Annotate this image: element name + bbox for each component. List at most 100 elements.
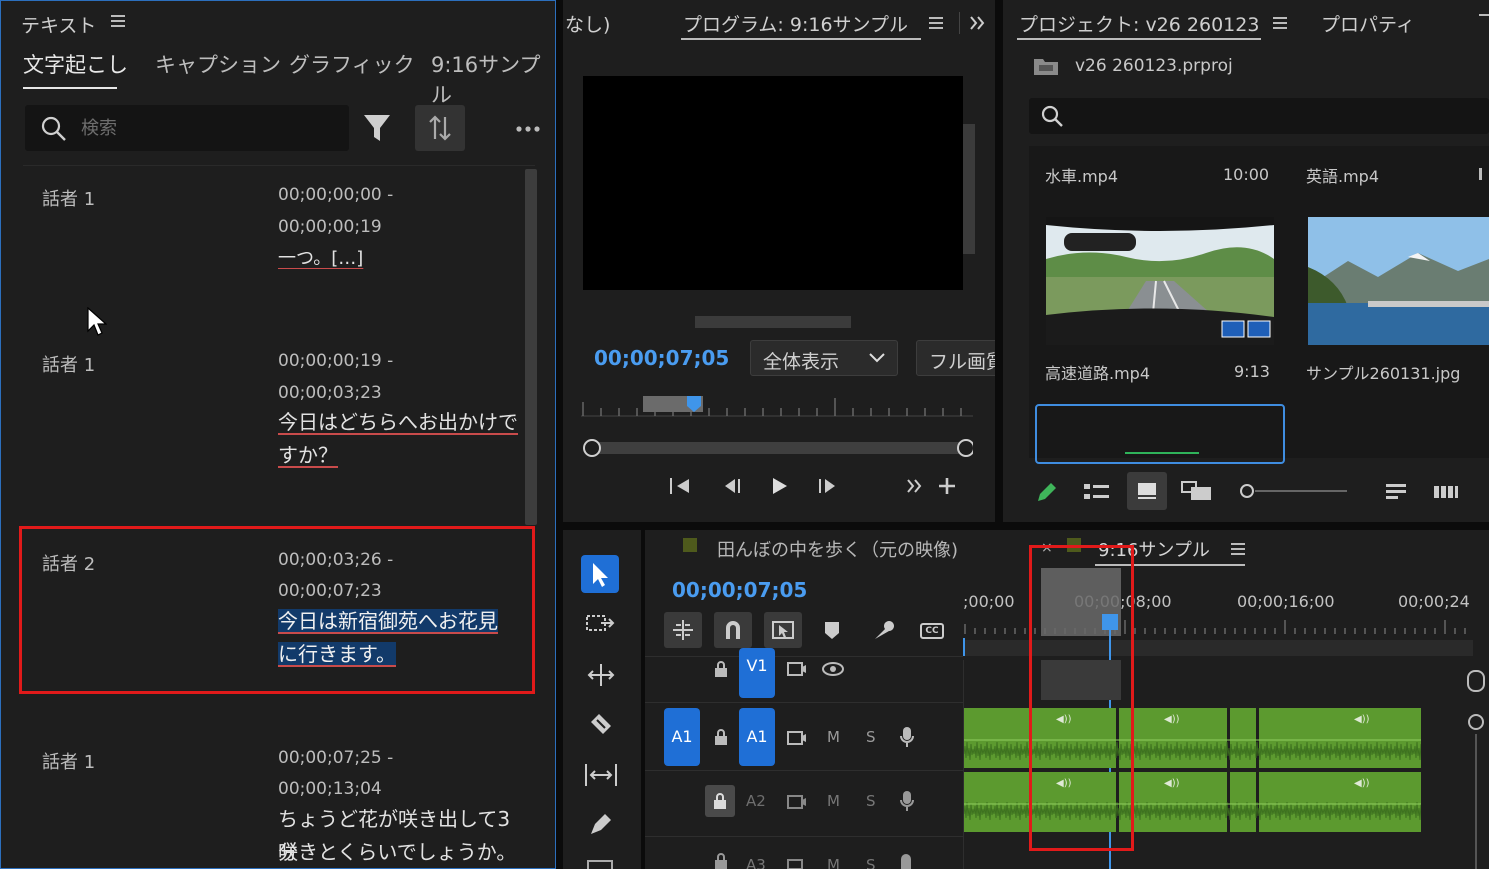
svg-text:◀)): ◀)) [1354, 714, 1370, 725]
more-controls-icon[interactable] [906, 478, 924, 494]
segment-speaker[interactable]: 話者 1 [42, 185, 95, 211]
freeform-view-icon[interactable] [1181, 480, 1213, 502]
more-options-icon[interactable] [515, 125, 543, 133]
lake-thumbnail[interactable] [1308, 217, 1489, 345]
ripple-edit-tool-icon[interactable] [585, 662, 617, 688]
segment-text-line[interactable]: すか？ [278, 439, 518, 472]
step-forward-icon[interactable] [817, 476, 839, 496]
track-target-a1[interactable]: A1 [739, 708, 775, 766]
tab-graphics[interactable]: グラフィック [289, 49, 415, 79]
tab-properties[interactable]: プロパティ [1321, 10, 1415, 37]
rectangle-tool-icon[interactable] [587, 860, 613, 869]
segment-text[interactable]: 一つ。[…] [278, 242, 518, 275]
snap-button[interactable] [714, 612, 752, 648]
sequence-item-selected[interactable] [1035, 404, 1285, 464]
horizontal-scrollbar[interactable] [695, 316, 851, 328]
pencil-icon[interactable] [1035, 480, 1059, 504]
panel-menu-icon[interactable] [1273, 17, 1287, 29]
program-title[interactable]: プログラム: 9:16サンプル [683, 10, 908, 37]
media-item-duration: 9:13 [1234, 362, 1270, 381]
track-select-tool-icon[interactable] [585, 612, 617, 638]
vertical-scrollbar[interactable] [1475, 734, 1477, 869]
voice-over-mic-icon[interactable] [901, 854, 911, 869]
track-label-a2[interactable]: A2 [746, 792, 766, 810]
tab-sequence[interactable]: 9:16サンプル [431, 49, 555, 109]
scrollbar[interactable] [525, 169, 537, 525]
tab-active-indicator [23, 87, 117, 89]
vertical-scrollbar[interactable] [963, 124, 975, 254]
captions-cc-icon[interactable]: CC [920, 623, 944, 639]
mute-toggle[interactable]: M [827, 792, 840, 810]
lock-icon[interactable] [713, 660, 729, 678]
pen-tool-icon[interactable] [587, 810, 615, 838]
icon-view-button[interactable] [1127, 472, 1167, 510]
track-label-a3[interactable]: A3 [746, 856, 766, 869]
mini-time-ruler[interactable] [581, 396, 973, 418]
voice-over-mic-icon[interactable] [899, 790, 915, 812]
linked-selection-button[interactable] [764, 612, 802, 648]
filter-icon[interactable] [363, 113, 391, 143]
solo-toggle[interactable]: S [866, 792, 876, 810]
overflow-chevron-icon[interactable] [969, 15, 985, 31]
media-item-name[interactable]: 英語.mp4 [1306, 163, 1379, 187]
segment-text-line[interactable]: 今日はどちらへお出かけで [278, 406, 518, 439]
list-view-icon[interactable] [1083, 482, 1111, 502]
tab-captions[interactable]: キャプション [155, 49, 281, 79]
source-patch-a1[interactable]: A1 [664, 708, 700, 766]
search-input[interactable] [79, 113, 333, 143]
step-back-icon[interactable] [721, 476, 743, 496]
lock-a2-button[interactable] [705, 785, 735, 817]
razor-tool-icon[interactable] [587, 710, 615, 738]
timeline-timecode[interactable]: 00;00;07;05 [672, 578, 807, 602]
playhead-timecode[interactable]: 00;00;07;05 [594, 346, 729, 370]
add-marker-icon[interactable] [824, 621, 840, 641]
sync-lock-icon[interactable] [787, 859, 807, 869]
automate-icon[interactable] [1433, 484, 1459, 500]
selection-tool-button[interactable] [581, 555, 619, 593]
mute-toggle[interactable]: M [827, 856, 840, 869]
project-search-field[interactable] [1029, 98, 1489, 134]
lock-icon[interactable] [713, 728, 729, 746]
segment-speaker[interactable]: 話者 1 [42, 351, 95, 377]
add-button-icon[interactable] [937, 476, 957, 496]
lock-icon[interactable] [713, 852, 729, 869]
project-title[interactable]: プロジェクト: v26 260123 [1019, 10, 1259, 37]
track-height-handle[interactable] [1468, 714, 1484, 730]
sort-icon[interactable] [1385, 482, 1407, 502]
track-height-handle[interactable] [1467, 670, 1485, 692]
zoom-scrollbar[interactable] [583, 438, 973, 458]
segment-speaker[interactable]: 話者 1 [42, 748, 95, 774]
zoom-slider[interactable] [1239, 482, 1349, 500]
solo-toggle[interactable]: S [866, 728, 876, 746]
voice-over-mic-icon[interactable] [899, 726, 915, 748]
quality-select[interactable]: フル画質 [916, 340, 995, 376]
sync-lock-icon[interactable] [787, 731, 807, 745]
media-item-name[interactable]: サンプル260131.jpg [1306, 360, 1460, 384]
panel-menu-icon[interactable] [929, 17, 943, 29]
slip-tool-icon[interactable] [583, 762, 619, 788]
media-item-name[interactable]: 高速道路.mp4 [1045, 360, 1150, 384]
segment-text-line[interactable]: 咲きとくらいでしょうか。3分 [278, 836, 518, 868]
video-preview[interactable] [583, 76, 963, 290]
play-icon[interactable] [771, 476, 789, 496]
settings-wrench-icon[interactable] [871, 619, 895, 643]
mute-toggle[interactable]: M [827, 728, 840, 746]
track-target-v1[interactable]: V1 [739, 648, 775, 698]
highway-thumbnail[interactable] [1046, 217, 1274, 345]
insert-nest-button[interactable] [664, 612, 702, 648]
zoom-select[interactable]: 全体表示 [750, 340, 898, 376]
panel-menu-icon[interactable] [111, 15, 125, 27]
eye-icon[interactable] [822, 662, 844, 676]
sync-lock-icon[interactable] [787, 662, 807, 676]
solo-toggle[interactable]: S [866, 856, 876, 869]
sort-toggle-button[interactable] [415, 105, 465, 151]
search-field[interactable] [25, 105, 349, 151]
tab-transcript[interactable]: 文字起こし [23, 49, 128, 79]
media-item-name[interactable]: 水車.mp4 [1045, 163, 1118, 187]
panel-menu-icon[interactable] [1231, 543, 1245, 555]
go-to-in-icon[interactable] [669, 476, 693, 496]
selection-arrow-icon [593, 563, 608, 587]
tab-sequence-original[interactable]: 田んぼの中を歩く（元の映像) [717, 536, 958, 562]
sync-lock-icon[interactable] [787, 795, 807, 809]
source-label[interactable]: なし) [565, 10, 610, 37]
